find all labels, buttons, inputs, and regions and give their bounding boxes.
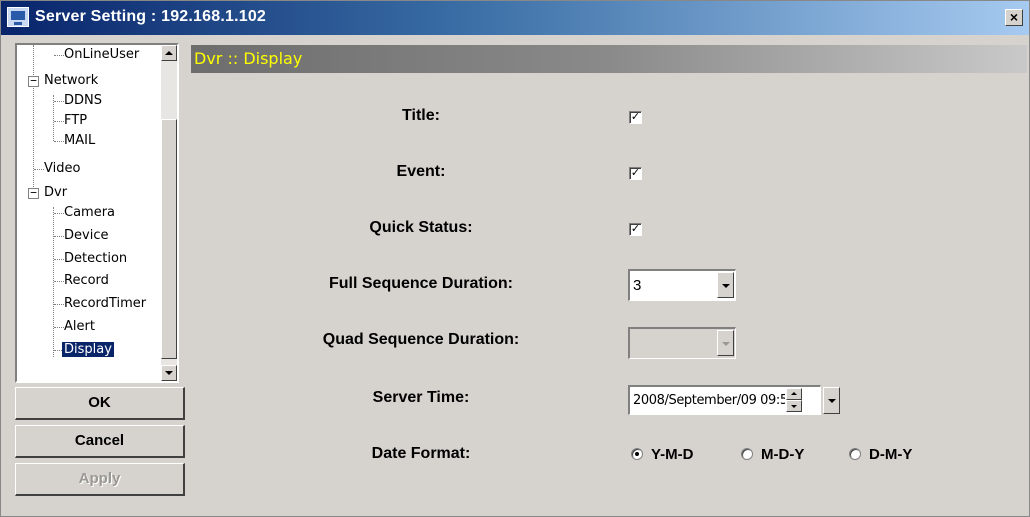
- radio-icon: [741, 448, 753, 460]
- quick-status-label: Quick Status:: [369, 219, 473, 236]
- tree-item-dvr[interactable]: Dvr: [42, 183, 69, 203]
- tree-scrollbar[interactable]: [161, 45, 177, 381]
- server-time-label: Server Time:: [372, 389, 470, 406]
- server-setting-window: Server Setting : 192.168.1.102 × − − OnL…: [0, 0, 1030, 517]
- server-time-picker[interactable]: 2008/September/09 09:5: [628, 385, 821, 415]
- tree-connector-line: [33, 45, 34, 193]
- quad-sequence-duration-label: Quad Sequence Duration:: [322, 331, 520, 348]
- radio-label: D-M-Y: [869, 446, 913, 463]
- tree-item-recordtimer[interactable]: RecordTimer: [62, 294, 148, 314]
- tree-item-video[interactable]: Video: [42, 159, 82, 179]
- quick-status-checkbox[interactable]: ✓: [629, 223, 642, 236]
- collapse-icon[interactable]: −: [28, 187, 39, 199]
- tree-item-label: Device: [64, 228, 109, 243]
- radio-selected-icon: [631, 448, 643, 460]
- radio-label: M-D-Y: [761, 446, 805, 463]
- tree-item-alert[interactable]: Alert: [62, 317, 97, 337]
- tree-item-label: DDNS: [64, 93, 102, 108]
- tree-item-ftp[interactable]: FTP: [62, 111, 89, 131]
- event-checkbox[interactable]: ✓: [629, 167, 642, 180]
- arrow-up-icon: [791, 392, 797, 395]
- spin-down-button[interactable]: [786, 400, 802, 412]
- cancel-button[interactable]: Cancel: [15, 425, 185, 458]
- collapse-icon[interactable]: −: [28, 75, 39, 87]
- tree-item-ddns[interactable]: DDNS: [62, 91, 104, 111]
- checkmark-icon: ✓: [630, 223, 641, 235]
- title-label: Title:: [402, 107, 440, 124]
- arrow-up-icon: [165, 51, 173, 55]
- server-time-dropdown-button[interactable]: [823, 387, 840, 414]
- dropdown-button[interactable]: [717, 330, 734, 356]
- chevron-down-icon: [828, 399, 836, 403]
- scroll-thumb[interactable]: [161, 119, 177, 359]
- tree-item-label: MAIL: [64, 133, 96, 148]
- tree-item-label: RecordTimer: [64, 296, 147, 311]
- window-title: Server Setting : 192.168.1.102: [35, 8, 267, 25]
- tree-connector-line: [53, 207, 54, 357]
- full-sequence-duration-value: 3: [633, 277, 642, 294]
- app-monitor-icon: [7, 7, 29, 27]
- tree-item-label: FTP: [64, 113, 88, 128]
- tree-items: − − OnLineUser Network DDNS FTP MAIL Vid…: [17, 45, 163, 381]
- close-icon: ×: [1009, 9, 1019, 25]
- date-format-label: Date Format:: [371, 445, 471, 462]
- server-time-value: 2008/September/09 09:5: [633, 393, 785, 408]
- title-checkbox[interactable]: ✓: [629, 111, 642, 124]
- full-sequence-duration-label: Full Sequence Duration:: [328, 275, 513, 292]
- time-spinner[interactable]: [786, 388, 802, 413]
- quad-sequence-duration-select[interactable]: [628, 327, 736, 359]
- tree-item-device[interactable]: Device: [62, 226, 110, 246]
- event-label: Event:: [396, 163, 446, 180]
- dropdown-button[interactable]: [717, 272, 734, 298]
- tree-item-label: Record: [64, 273, 109, 288]
- tree-item-label: Display: [62, 342, 114, 357]
- tree-item-detection[interactable]: Detection: [62, 249, 129, 269]
- radio-label: Y-M-D: [651, 446, 694, 463]
- radio-icon: [849, 448, 861, 460]
- tree-item-label: Video: [44, 161, 81, 176]
- arrow-down-icon: [791, 405, 797, 408]
- settings-tree[interactable]: − − OnLineUser Network DDNS FTP MAIL Vid…: [15, 43, 179, 383]
- tree-item-label: Network: [44, 73, 99, 88]
- chevron-down-icon: [722, 284, 730, 288]
- chevron-down-icon: [722, 342, 730, 346]
- tree-item-camera[interactable]: Camera: [62, 203, 117, 223]
- close-button[interactable]: ×: [1005, 9, 1023, 26]
- checkmark-icon: ✓: [630, 111, 641, 123]
- scroll-down-button[interactable]: [161, 365, 177, 381]
- tree-item-record[interactable]: Record: [62, 271, 111, 291]
- tree-item-network[interactable]: Network: [42, 71, 100, 91]
- full-sequence-duration-select[interactable]: 3: [628, 269, 736, 301]
- panel-header: Dvr :: Display: [191, 45, 1027, 73]
- checkmark-icon: ✓: [630, 167, 641, 179]
- ok-button[interactable]: OK: [15, 387, 185, 420]
- tree-item-display[interactable]: Display: [62, 340, 114, 360]
- tree-item-label: OnLineUser: [64, 47, 140, 62]
- tree-item-label: Alert: [64, 319, 95, 334]
- title-bar: Server Setting : 192.168.1.102 ×: [1, 1, 1029, 35]
- apply-button[interactable]: Apply: [15, 463, 185, 496]
- spin-up-button[interactable]: [786, 388, 802, 400]
- tree-item-label: Dvr: [44, 185, 68, 200]
- tree-item-label: Camera: [64, 205, 116, 220]
- tree-item-mail[interactable]: MAIL: [62, 131, 97, 151]
- panel-title: Dvr :: Display: [194, 49, 303, 68]
- arrow-down-icon: [165, 371, 173, 375]
- scroll-up-button[interactable]: [161, 45, 177, 61]
- tree-item-label: Detection: [64, 251, 128, 266]
- tree-item-onlineuser[interactable]: OnLineUser: [62, 45, 141, 65]
